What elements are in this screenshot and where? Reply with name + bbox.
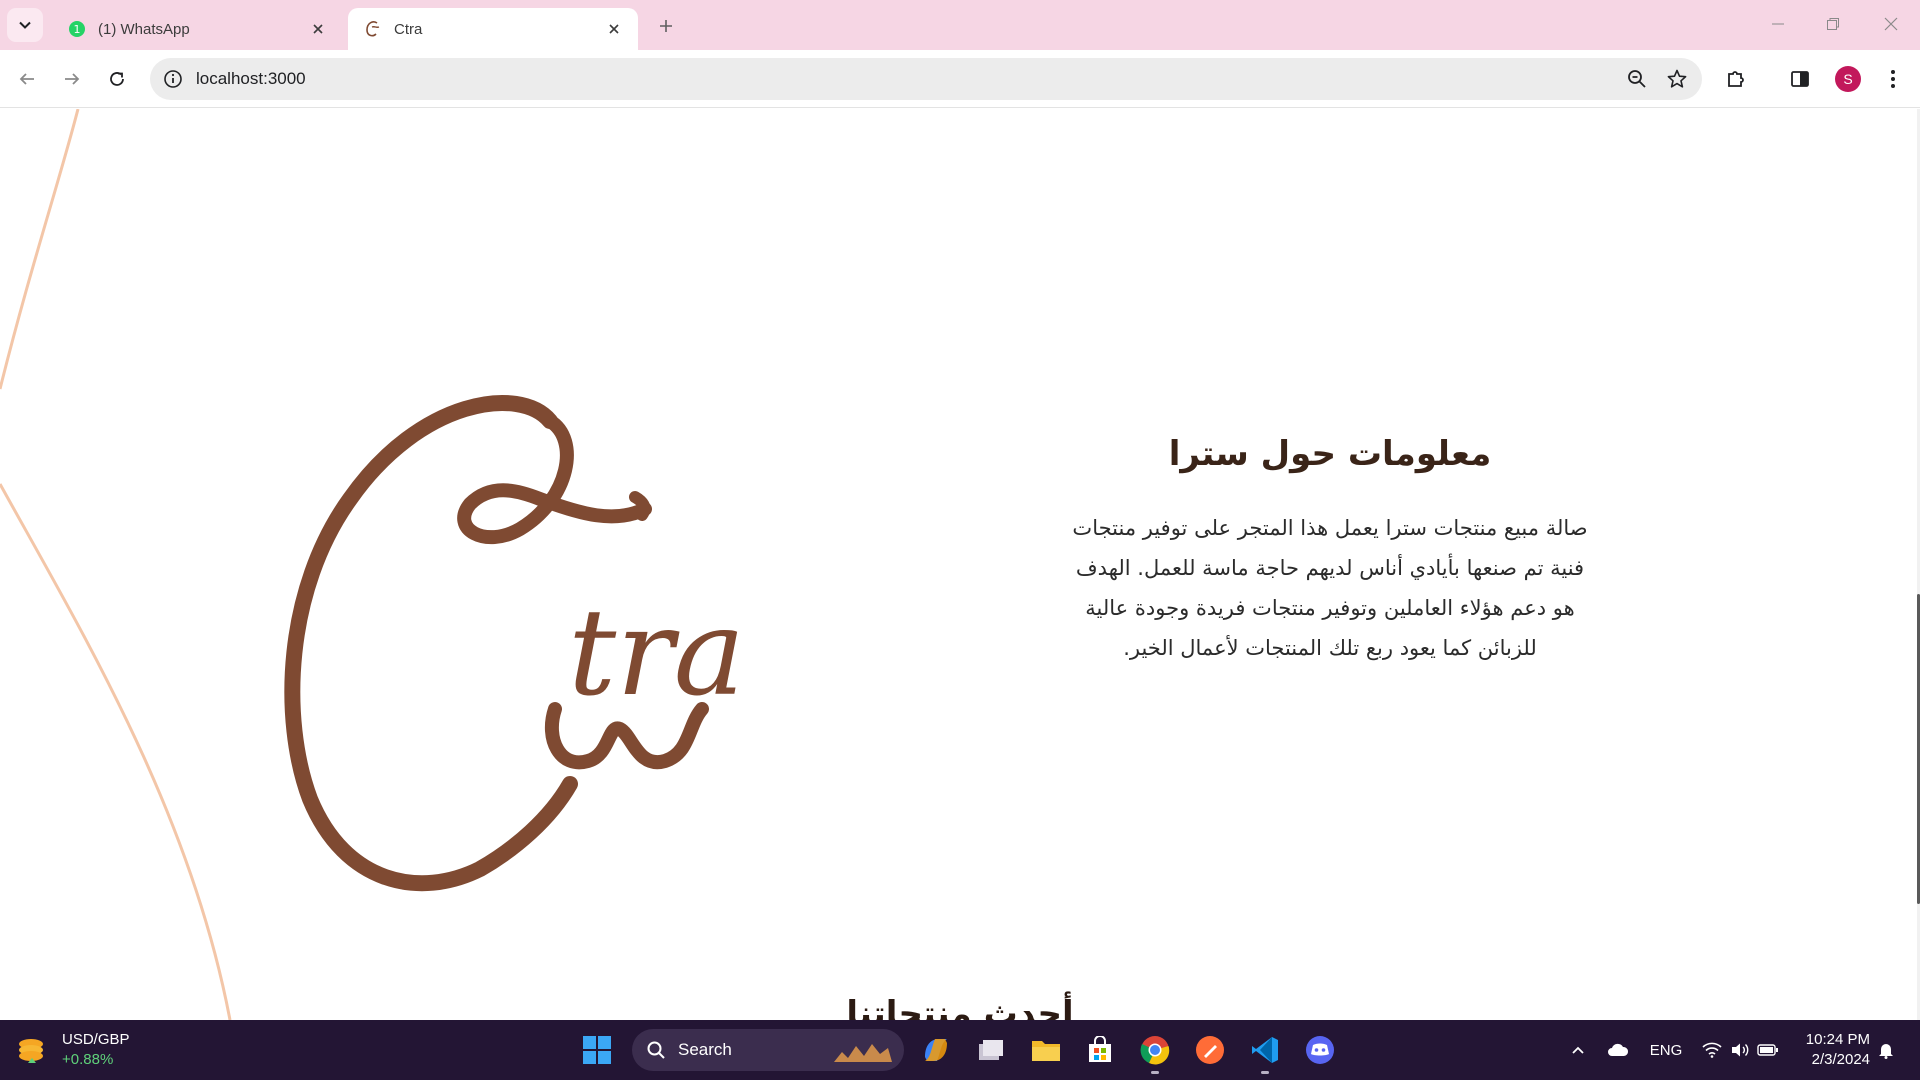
ctra-favicon-icon [366, 21, 380, 37]
extensions-button[interactable] [1722, 65, 1750, 93]
whatsapp-icon: 1 [69, 21, 85, 37]
about-title: معلومات حول سترا [1168, 434, 1492, 474]
copilot-button[interactable] [916, 1030, 956, 1070]
close-window-button[interactable] [1871, 10, 1911, 38]
clock-time: 10:24 PM [1805, 1031, 1870, 1048]
clock[interactable]: 10:24 PM 2/3/2024 [1800, 1030, 1870, 1070]
bookmark-star-icon[interactable] [1666, 68, 1688, 90]
zoom-icon[interactable] [1626, 68, 1648, 90]
menu-button[interactable] [1879, 65, 1907, 93]
logo-wordmark: tra [568, 584, 745, 723]
back-button[interactable] [10, 62, 44, 96]
windows-start-icon[interactable] [582, 1035, 612, 1065]
discord-icon [1306, 1036, 1334, 1064]
running-indicator [1261, 1071, 1269, 1074]
vscode-button[interactable] [1245, 1030, 1285, 1074]
task-view-button[interactable] [971, 1030, 1011, 1070]
url-text[interactable]: localhost:3000 [196, 58, 306, 100]
search-label: Search [678, 1040, 732, 1059]
page-viewport: tra معلومات حول سترا صالة مبيع منتجات ست… [0, 109, 1920, 1020]
volume-button[interactable] [1728, 1038, 1752, 1062]
postman-icon [1196, 1036, 1224, 1064]
close-icon[interactable] [308, 19, 328, 39]
about-line-1: صالة مبيع منتجات سترا يعمل هذا المتجر عل… [1072, 516, 1588, 540]
browser-toolbar: localhost:3000 S [0, 50, 1920, 108]
taskbar-search[interactable]: Search [632, 1029, 904, 1071]
about-line-4: للزبائن كما يعود ربع تلك المنتجات لأعمال… [1123, 636, 1537, 660]
taskbar: USD/GBP +0.88% Search ENG 10:24 PM 2/3/2… [0, 1020, 1920, 1080]
wifi-button[interactable] [1700, 1038, 1724, 1062]
reload-icon [110, 72, 124, 86]
minimize-button[interactable] [1758, 10, 1798, 38]
battery-button[interactable] [1756, 1038, 1780, 1062]
arrow-right-icon [65, 73, 80, 85]
file-explorer-icon [1032, 1041, 1060, 1061]
battery-icon [1757, 1044, 1778, 1056]
bell-icon [1879, 1044, 1893, 1059]
postman-button[interactable] [1190, 1030, 1230, 1070]
restore-icon [1827, 18, 1839, 30]
site-info-icon[interactable] [162, 68, 184, 90]
currency-symbol: USD/GBP [62, 1031, 130, 1048]
decorative-curve [0, 109, 232, 1020]
about-line-2: فنية تم صنعها بأيادي أناس لديهم حاجة ماس… [1075, 556, 1585, 580]
file-explorer-button[interactable] [1026, 1030, 1066, 1070]
clock-date: 2/3/2024 [1811, 1051, 1870, 1068]
latest-products-heading: أحدث منتجاتنا [846, 994, 1074, 1020]
tab-title: Ctra [394, 20, 423, 38]
puzzle-icon [1728, 71, 1744, 87]
chevron-down-icon [19, 21, 31, 29]
tab-strip: 1 (1) WhatsApp Ctra [0, 0, 1920, 50]
about-section: معلومات حول سترا صالة مبيع منتجات سترا ي… [1060, 434, 1600, 668]
more-vertical-icon [1891, 70, 1895, 88]
microsoft-store-button[interactable] [1080, 1030, 1120, 1070]
new-tab-button[interactable] [652, 12, 680, 40]
about-line-3: هو دعم هؤلاء العاملين وتوفير منتجات فريد… [1085, 596, 1575, 620]
close-icon [1884, 17, 1898, 31]
ctra-logo: tra [284, 395, 745, 892]
forward-button[interactable] [55, 62, 89, 96]
language-indicator[interactable]: ENG [1648, 1038, 1684, 1062]
speaker-icon [1732, 1043, 1749, 1057]
currency-change: +0.88% [62, 1051, 114, 1068]
reload-button[interactable] [100, 62, 134, 96]
wifi-icon [1702, 1042, 1722, 1058]
arrow-left-icon [19, 73, 34, 85]
copilot-icon [925, 1039, 947, 1061]
coins-icon [19, 1039, 43, 1063]
cloud-icon [1608, 1043, 1629, 1056]
tab-search-button[interactable] [7, 8, 43, 42]
restore-button[interactable] [1813, 10, 1853, 38]
plus-icon [660, 20, 672, 32]
chevron-up-icon [1572, 1046, 1584, 1054]
side-panel-icon [1791, 71, 1809, 87]
tab-title: (1) WhatsApp [98, 20, 190, 38]
chrome-icon [1140, 1036, 1170, 1065]
running-indicator [1151, 1071, 1159, 1074]
address-bar[interactable]: localhost:3000 [150, 58, 1702, 100]
close-icon[interactable] [604, 19, 624, 39]
show-hidden-icons-button[interactable] [1568, 1038, 1588, 1062]
discord-button[interactable] [1300, 1030, 1340, 1070]
tab-whatsapp[interactable]: 1 (1) WhatsApp [52, 8, 342, 50]
notifications-button[interactable] [1876, 1038, 1896, 1062]
currency-widget[interactable]: USD/GBP +0.88% [16, 1028, 130, 1072]
onedrive-button[interactable] [1605, 1038, 1631, 1062]
search-highlight-icon [834, 1044, 892, 1062]
profile-avatar[interactable]: S [1835, 66, 1861, 92]
search-icon [647, 1041, 665, 1059]
side-panel-button[interactable] [1786, 65, 1814, 93]
svg-text:1: 1 [74, 23, 81, 36]
task-view-icon [979, 1040, 1003, 1060]
tab-ctra[interactable]: Ctra [348, 8, 638, 50]
minimize-icon [1772, 23, 1784, 25]
vscode-icon [1252, 1037, 1278, 1063]
microsoft-store-icon [1089, 1036, 1111, 1062]
chrome-button[interactable] [1135, 1030, 1175, 1074]
